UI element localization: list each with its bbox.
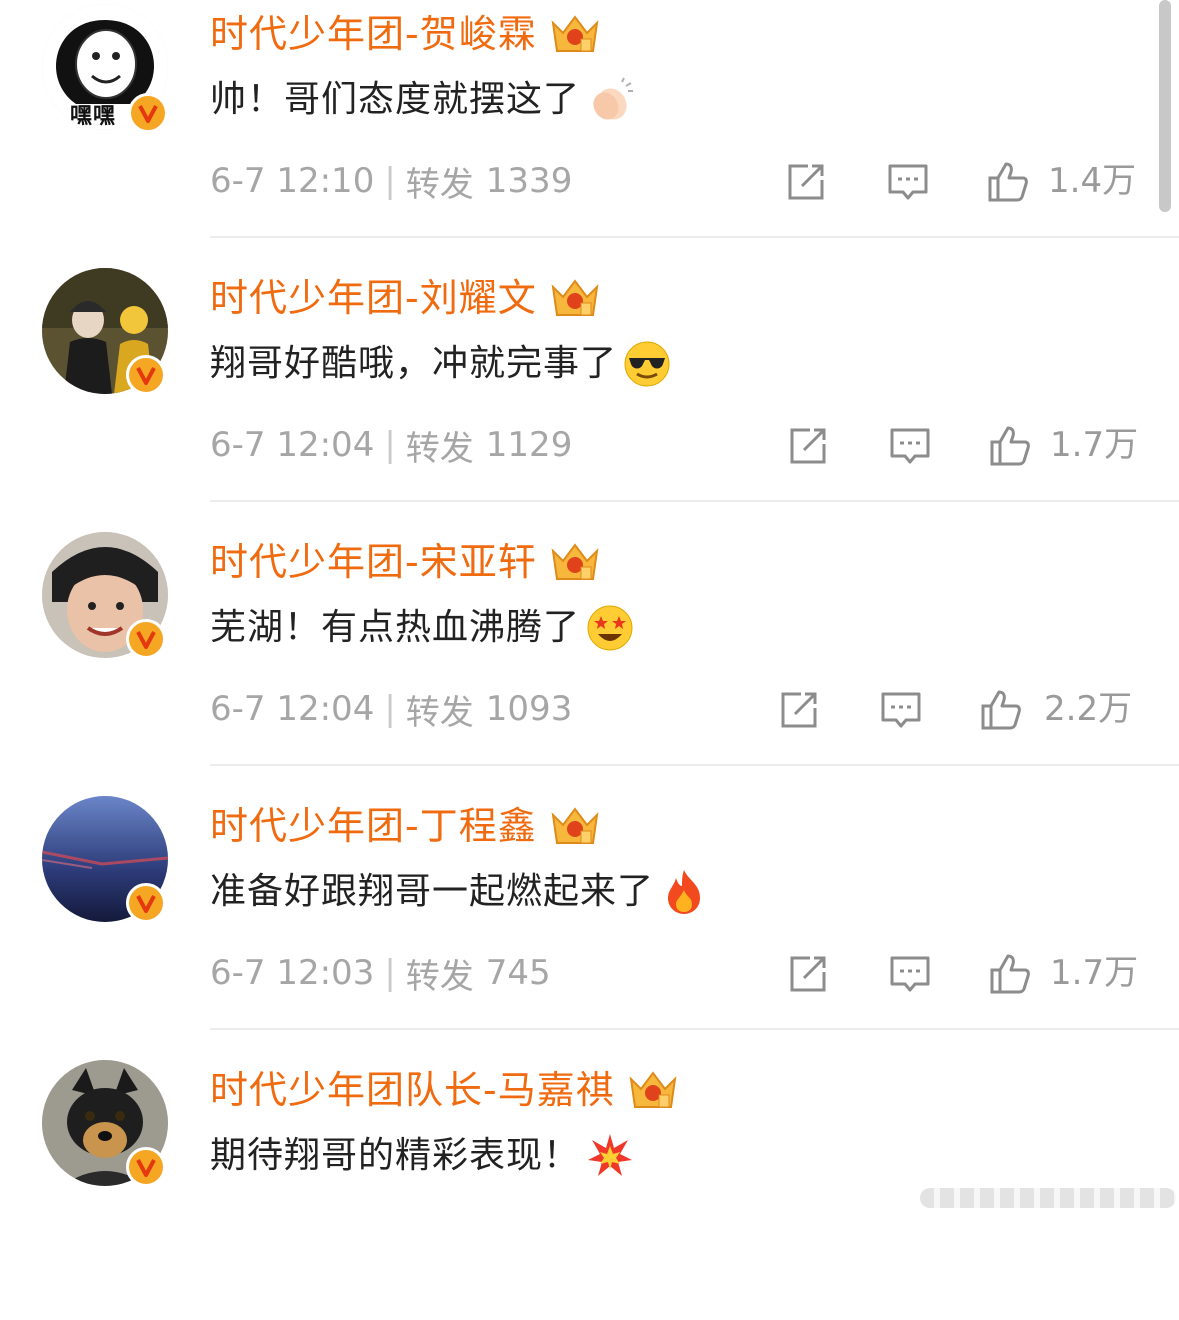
crown-icon [629, 1071, 677, 1108]
divider [210, 500, 1179, 502]
clapping-hands-icon [593, 77, 634, 120]
like-thumb-icon[interactable] [986, 160, 1030, 204]
meta-separator: | [384, 161, 396, 201]
divider [210, 764, 1179, 766]
comment-actions: 1.4万 [780, 154, 1140, 208]
repost-icon[interactable] [786, 952, 830, 996]
repost-label: 转发 [405, 164, 474, 205]
username-link[interactable]: 时代少年团-刘耀文 [210, 272, 537, 324]
comment-text: 准备好跟翔哥一起燃起来了 [210, 871, 655, 912]
crown-icon [551, 807, 599, 844]
scrollbar[interactable] [1159, 0, 1171, 212]
meta-separator: | [384, 953, 396, 993]
comment-item: 时代少年团-刘耀文 翔哥好酷哦，冲就完事了 6-7 12:04 | 转发 112… [0, 264, 1179, 528]
repost-count: 1339 [485, 161, 573, 201]
divider [210, 1028, 1179, 1030]
username-link[interactable]: 时代少年团-丁程鑫 [210, 800, 537, 852]
divider [210, 236, 1179, 238]
like-count: 2.2万 [1044, 689, 1133, 729]
comment-text: 期待翔哥的精彩表现！ [210, 1135, 581, 1176]
comment-actions: 2.2万 [780, 682, 1140, 736]
crown-icon [551, 543, 599, 580]
crown-icon [551, 15, 599, 52]
timestamp: 6-7 12:04 [210, 425, 375, 465]
comment-text: 芜湖！有点热血沸腾了 [210, 607, 581, 648]
like-thumb-icon[interactable] [988, 424, 1032, 468]
comment-actions: 1.7万 [780, 418, 1140, 472]
comment-item: 嘿嘿 时代少年团-贺峻霖 帅！哥们态度就摆这了 6-7 12:10 | 转发 1… [0, 0, 1179, 264]
comment-text: 帅！哥们态度就摆这了 [210, 79, 581, 120]
verified-badge-icon [128, 93, 168, 133]
collision-icon [588, 1134, 633, 1176]
repost-count: 745 [485, 953, 551, 993]
fire-icon [668, 870, 701, 914]
repost-count: 1093 [485, 689, 573, 729]
meta-separator: | [384, 425, 396, 465]
verified-badge-icon [126, 883, 166, 923]
comment-meta: 6-7 12:04 | 转发 1129 [210, 420, 572, 470]
repost-icon[interactable] [786, 424, 830, 468]
verified-badge-icon [126, 619, 166, 659]
comment-meta: 6-7 12:10 | 转发 1339 [210, 156, 572, 206]
meta-separator: | [384, 689, 396, 729]
repost-icon[interactable] [777, 688, 821, 732]
home-indicator [920, 1188, 1176, 1208]
timestamp: 6-7 12:03 [210, 953, 375, 993]
crown-icon [551, 279, 599, 316]
comment-item: 时代少年团-宋亚轩 芜湖！有点热血沸腾了 6-7 12:04 | 转发 1093 [0, 528, 1179, 792]
comment-feed: 嘿嘿 时代少年团-贺峻霖 帅！哥们态度就摆这了 6-7 12:10 | 转发 1… [0, 0, 1179, 1223]
avatar-caption: 嘿嘿 [70, 104, 117, 129]
comment-text: 翔哥好酷哦，冲就完事了 [210, 343, 618, 384]
comment-icon[interactable] [888, 952, 932, 996]
comment-item: 时代少年团-丁程鑫 准备好跟翔哥一起燃起来了 6-7 12:03 | 转发 74… [0, 792, 1179, 1056]
username-link[interactable]: 时代少年团-宋亚轩 [210, 536, 537, 588]
repost-count: 1129 [485, 425, 573, 465]
username-link[interactable]: 时代少年团-贺峻霖 [210, 8, 537, 60]
comment-meta: 6-7 12:04 | 转发 1093 [210, 684, 572, 734]
like-count: 1.4万 [1048, 161, 1137, 201]
verified-badge-icon [126, 355, 166, 395]
comment-icon[interactable] [879, 688, 923, 732]
star-struck-face-icon [587, 605, 633, 651]
comment-icon[interactable] [886, 160, 930, 204]
username-link[interactable]: 时代少年团队长-马嘉祺 [210, 1064, 615, 1116]
repost-label: 转发 [405, 428, 474, 469]
repost-label: 转发 [405, 692, 474, 733]
verified-badge-icon [126, 1147, 166, 1187]
repost-label: 转发 [405, 956, 474, 997]
comment-actions: 1.7万 [780, 946, 1140, 1000]
timestamp: 6-7 12:10 [210, 161, 375, 201]
repost-icon[interactable] [784, 160, 828, 204]
comment-icon[interactable] [888, 424, 932, 468]
sunglasses-face-icon [624, 341, 670, 387]
like-thumb-icon[interactable] [979, 688, 1023, 732]
like-thumb-icon[interactable] [988, 952, 1032, 996]
comment-meta: 6-7 12:03 | 转发 745 [210, 948, 551, 998]
timestamp: 6-7 12:04 [210, 689, 375, 729]
like-count: 1.7万 [1050, 953, 1139, 993]
like-count: 1.7万 [1050, 425, 1139, 465]
